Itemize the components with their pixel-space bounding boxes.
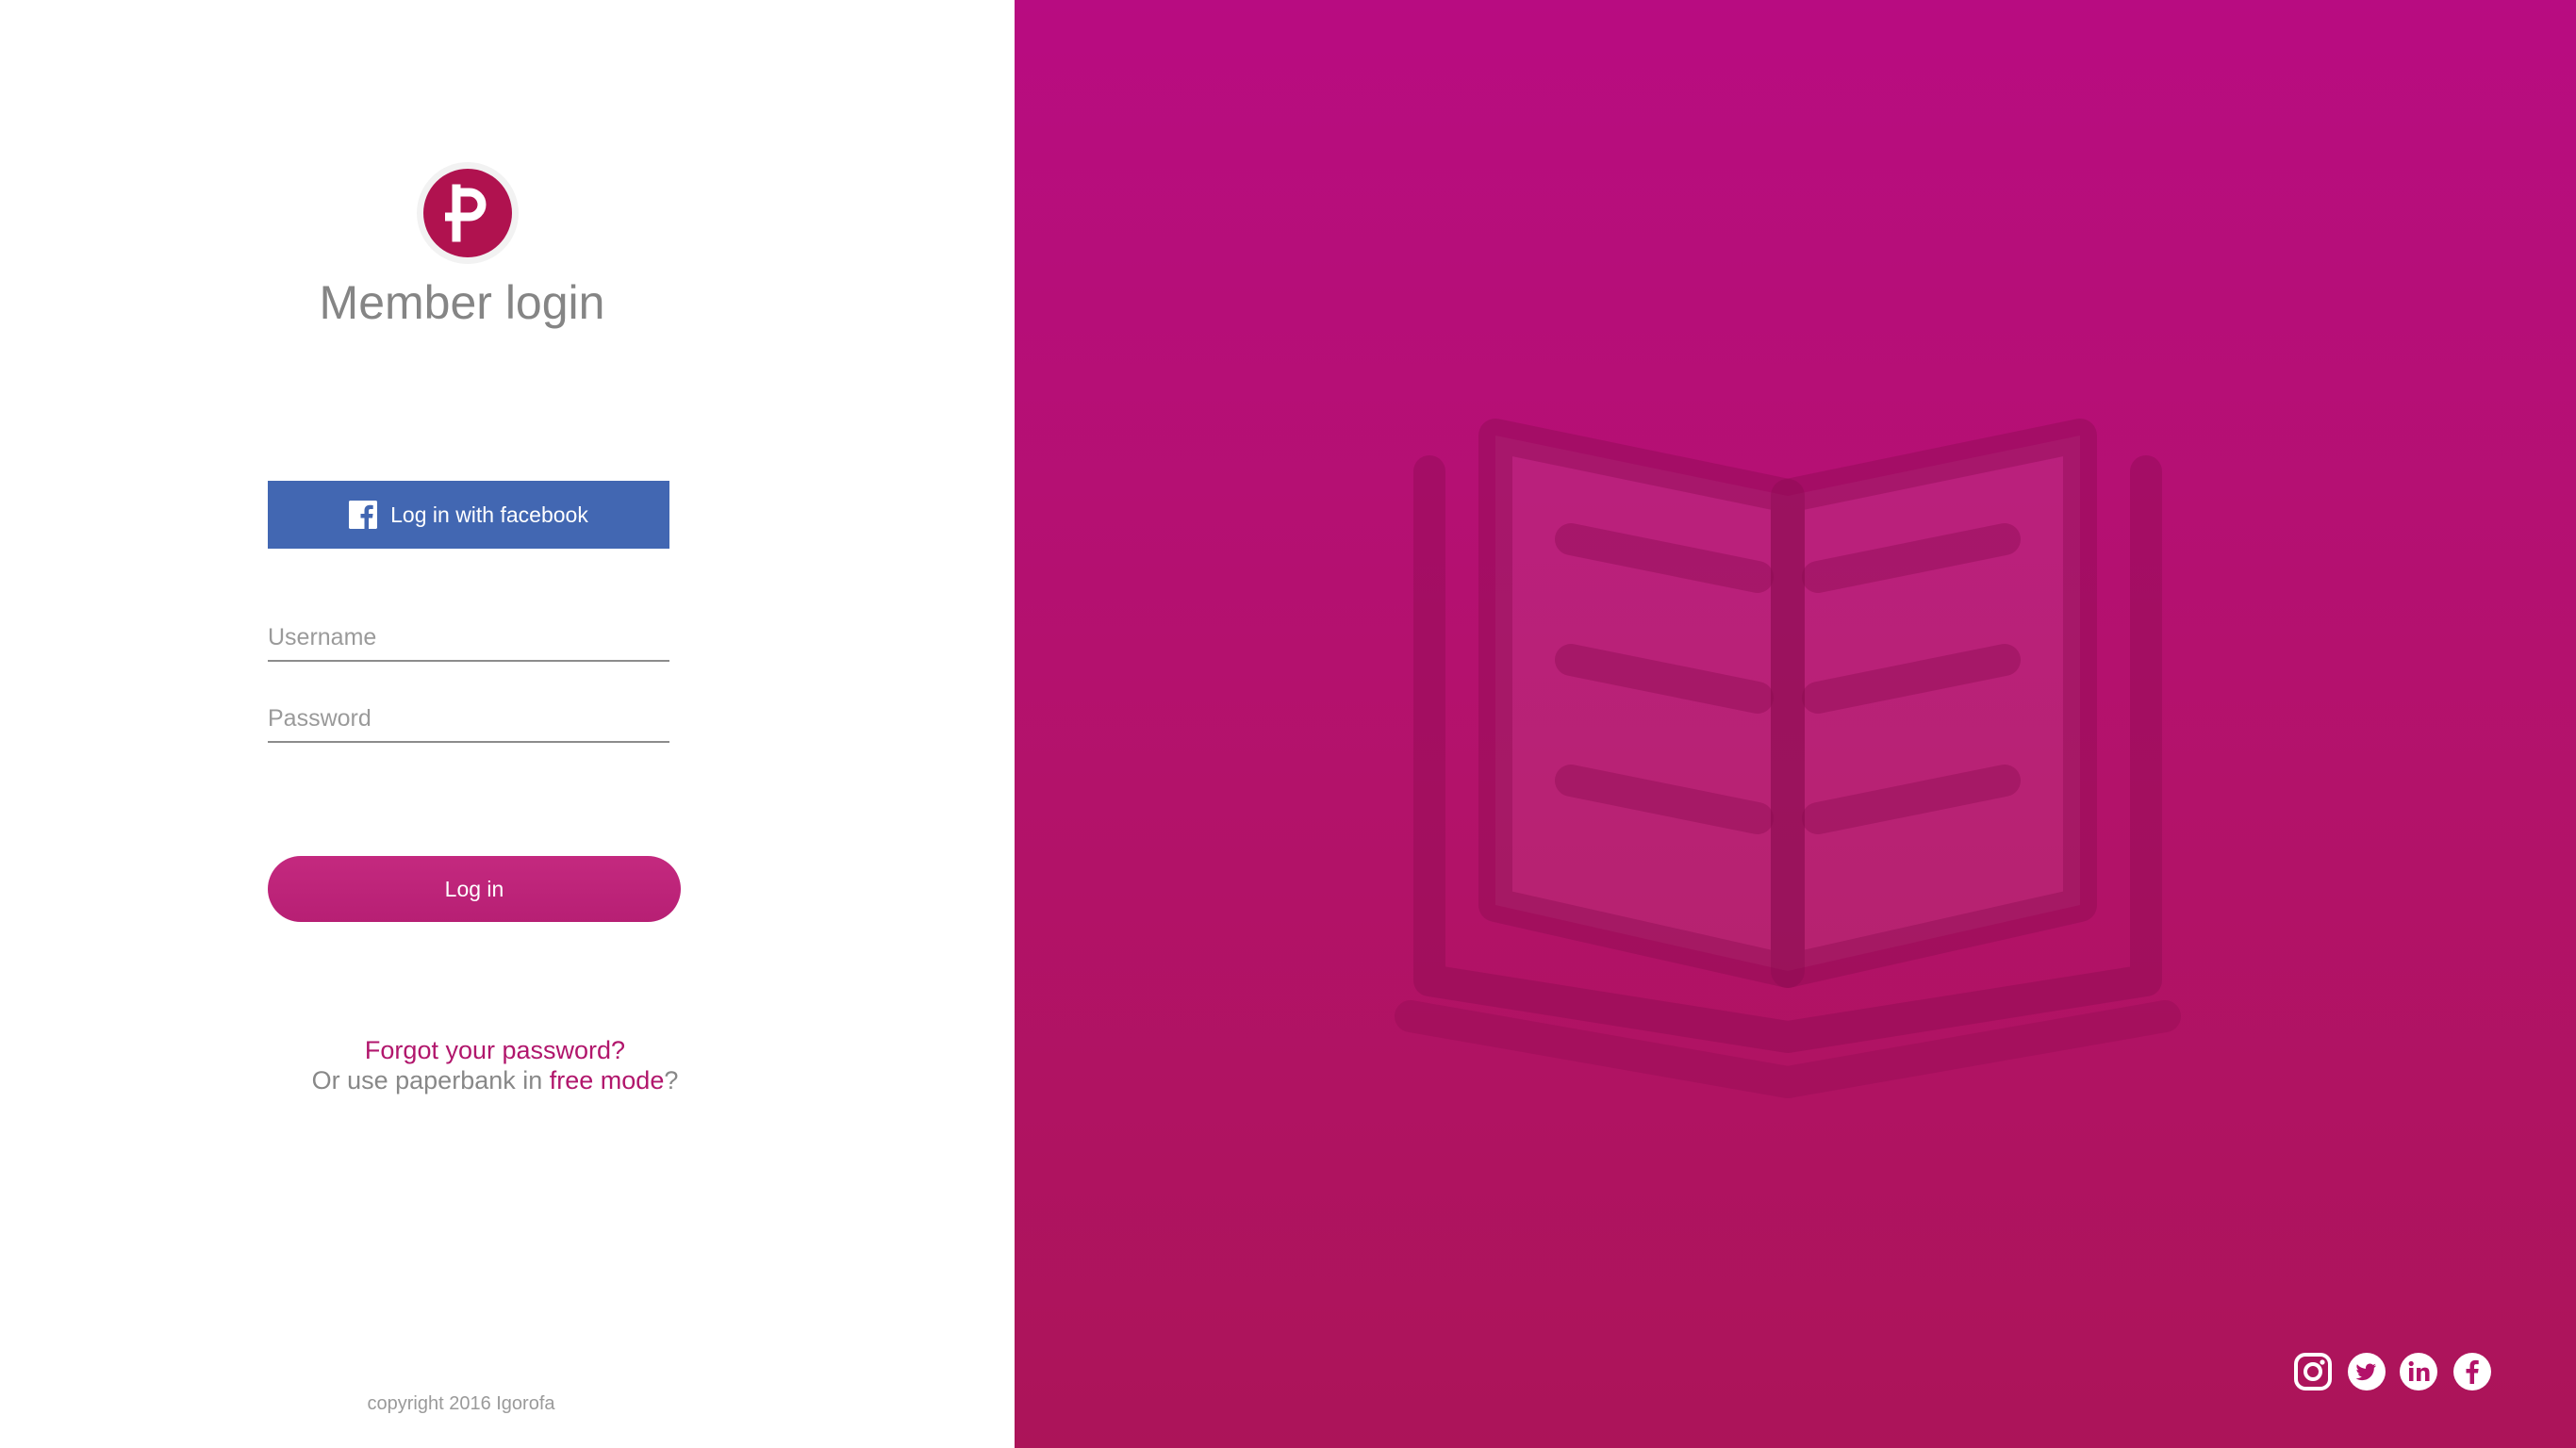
logo-p-icon: [423, 169, 512, 257]
username-input[interactable]: [268, 615, 669, 662]
linkedin-icon[interactable]: [2399, 1352, 2438, 1391]
password-input[interactable]: [268, 696, 669, 743]
hero-panel: [1015, 0, 2576, 1448]
help-links: Forgot your password? Or use paperbank i…: [0, 1035, 990, 1095]
login-panel: Member login Log in with facebook Log in…: [0, 0, 1015, 1448]
copyright-text: copyright 2016 Igorofa: [367, 1393, 555, 1414]
free-mode-suffix: ?: [664, 1066, 679, 1094]
login-button[interactable]: Log in: [268, 856, 681, 922]
twitter-icon[interactable]: [2347, 1352, 2386, 1391]
facebook-login-button[interactable]: Log in with facebook: [268, 481, 669, 549]
page-title: Member login: [319, 276, 605, 329]
forgot-password-link[interactable]: Forgot your password?: [365, 1036, 625, 1064]
instagram-icon[interactable]: [2293, 1352, 2333, 1391]
brand-logo: [417, 162, 519, 264]
facebook-circle-icon[interactable]: [2452, 1352, 2492, 1391]
free-mode-prefix: Or use paperbank in: [311, 1066, 550, 1094]
facebook-login-label: Log in with facebook: [390, 502, 588, 527]
open-book-icon: [1395, 419, 2181, 1098]
login-page: Member login Log in with facebook Log in…: [0, 0, 2576, 1448]
login-button-label: Log in: [444, 876, 504, 901]
facebook-icon: [349, 501, 378, 529]
free-mode-link[interactable]: free mode: [550, 1066, 665, 1094]
